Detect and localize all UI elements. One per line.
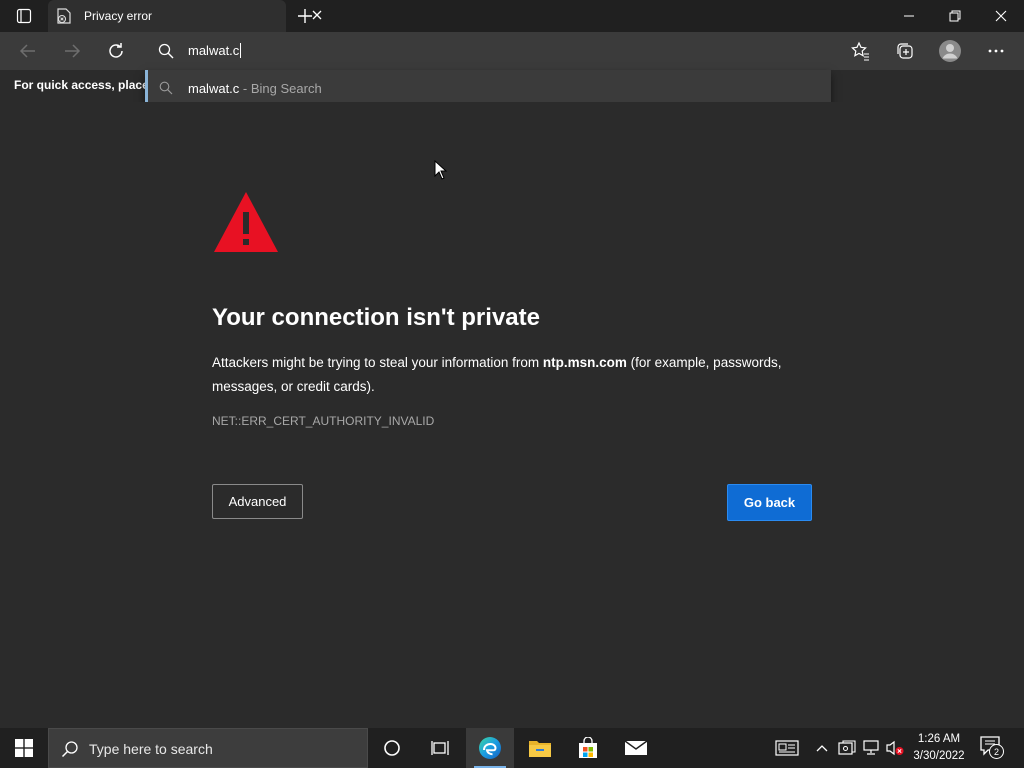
suggestion-source: - Bing Search [239,81,322,96]
text-caret [240,43,242,58]
restore-icon[interactable] [932,0,978,32]
taskbar-search-placeholder: Type here to search [89,741,213,757]
page-title: Your connection isn't private [212,304,540,331]
suggestion-query: malwat.c [188,81,240,96]
notification-count-badge: 2 [989,744,1004,759]
volume-muted-icon[interactable] [884,728,906,768]
suggestion-item[interactable]: malwat.c - Bing Search [145,70,831,106]
description-text: Attackers might be trying to steal your … [212,355,543,370]
collections-icon[interactable] [895,41,915,61]
show-hidden-icons-chevron-icon[interactable] [812,728,832,768]
system-clock[interactable]: 1:26 AM 3/30/2022 [906,731,972,765]
mouse-cursor-icon [434,159,448,185]
title-bar: Privacy error [0,0,1024,32]
page-error-icon [57,8,71,24]
taskbar-search-box[interactable]: Type here to search [48,728,368,768]
task-view-icon[interactable] [416,728,464,768]
microsoft-store-icon[interactable] [564,728,612,768]
tab-title: Privacy error [84,9,153,23]
back-arrow-icon[interactable] [18,41,38,61]
news-widget-icon[interactable] [772,728,802,768]
tab-actions-icon[interactable] [10,6,38,26]
network-icon[interactable] [860,728,882,768]
security-center-icon[interactable] [836,728,858,768]
profile-avatar-icon[interactable] [938,39,962,63]
mail-icon[interactable] [612,728,660,768]
error-code: NET::ERR_CERT_AUTHORITY_INVALID [212,414,435,428]
favorites-star-icon[interactable] [850,41,870,61]
search-suggestion-icon [159,81,173,100]
address-value: malwat.c [188,43,240,58]
more-options-icon[interactable] [986,41,1006,61]
forward-arrow-icon[interactable] [62,41,82,61]
windows-start-icon[interactable] [0,728,48,768]
error-description: Attackers might be trying to steal your … [212,351,812,399]
cortana-icon[interactable] [368,728,416,768]
browser-tab[interactable]: Privacy error [48,0,322,32]
clock-time: 1:26 AM [917,733,961,745]
address-input[interactable]: malwat.c [188,43,242,58]
warning-triangle-icon [212,190,280,254]
error-page: Your connection isn't private Attackers … [0,102,1024,728]
notification-center-icon[interactable]: 2 [980,736,1004,760]
edge-browser-icon[interactable] [466,728,514,768]
minimize-icon[interactable] [886,0,932,32]
error-domain: ntp.msn.com [542,355,627,370]
taskbar: Type here to search 1:26 AM 3/30/2022 2 [0,728,1024,768]
new-tab-icon[interactable] [296,7,314,25]
search-icon [158,43,174,64]
advanced-button[interactable]: Advanced [212,484,303,519]
file-explorer-icon[interactable] [516,728,564,768]
refresh-icon[interactable] [106,41,126,61]
go-back-button[interactable]: Go back [727,484,812,521]
close-window-icon[interactable] [978,0,1024,32]
address-bar[interactable]: malwat.c [145,32,831,70]
clock-date: 3/30/2022 [913,750,965,762]
taskbar-search-icon [61,740,79,763]
favorites-bar-hint: For quick access, place y [14,78,146,92]
